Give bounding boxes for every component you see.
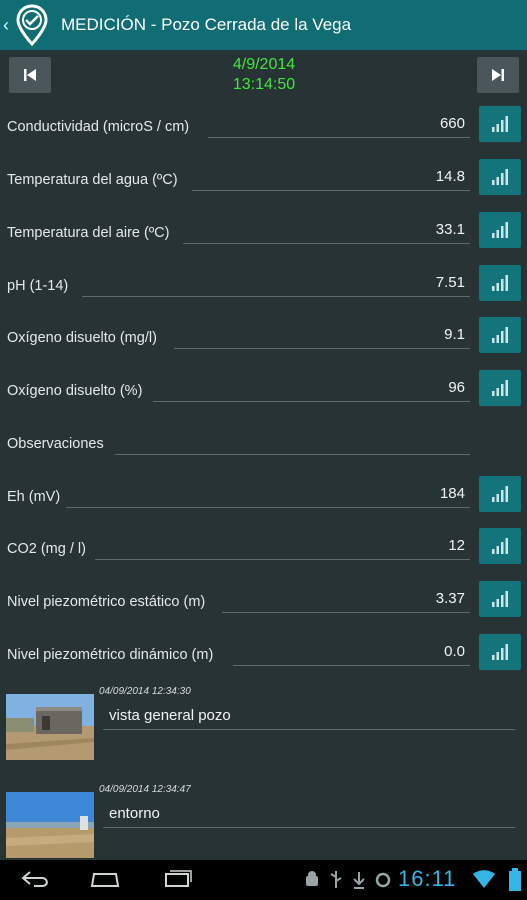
- usb-icon: [330, 871, 342, 888]
- chart-button[interactable]: [479, 370, 521, 406]
- chart-button[interactable]: [479, 528, 521, 564]
- bar-chart-icon: [492, 538, 508, 554]
- skip-previous-icon: [24, 69, 36, 81]
- bar-chart-icon: [492, 591, 508, 607]
- measurement-date: 4/9/2014: [232, 56, 296, 73]
- page-title: MEDICIÓN - Pozo Cerrada de la Vega: [61, 15, 352, 34]
- measurement-row-temperatura-agua: Temperatura del agua (ºC) 14.8: [0, 159, 527, 211]
- location-pin-check-icon[interactable]: [15, 4, 49, 46]
- measurement-value-field[interactable]: 9.1: [174, 321, 470, 349]
- measurement-label: Nivel piezométrico dinámico (m): [7, 647, 214, 663]
- previous-measurement-button[interactable]: [9, 57, 51, 93]
- measurement-time: 13:14:50: [232, 76, 296, 93]
- measurement-label: pH (1-14): [7, 278, 69, 294]
- measurement-value-field[interactable]: 0.0: [233, 638, 470, 666]
- measurement-value-field[interactable]: 184: [66, 480, 470, 508]
- observations-label: Observaciones: [7, 436, 104, 452]
- bar-chart-icon: [492, 380, 508, 396]
- measurement-row-nivel-estatico: Nivel piezométrico estático (m) 3.37: [0, 581, 527, 633]
- photo-image: [6, 694, 94, 760]
- measurement-row-oxigeno-mgl: Oxígeno disuelto (mg/l) 9.1: [0, 317, 527, 369]
- measurement-value-field[interactable]: 33.1: [183, 216, 470, 244]
- measurement-value-field[interactable]: 96: [153, 374, 470, 402]
- measurement-label: Temperatura del agua (ºC): [7, 172, 178, 188]
- photo-timestamp: 04/09/2014 12:34:47: [99, 784, 191, 795]
- photo-thumbnail[interactable]: [6, 694, 94, 760]
- measurement-row-temperatura-aire: Temperatura del aire (ºC) 33.1: [0, 212, 527, 264]
- measurement-label: Nivel piezométrico estático (m): [7, 594, 206, 610]
- measurement-row-conductividad: Conductividad (microS / cm) 660: [0, 106, 527, 158]
- system-clock: 16:11: [398, 866, 457, 891]
- measurement-value-field[interactable]: 14.8: [192, 163, 470, 191]
- measurement-row-oxigeno-pct: Oxígeno disuelto (%) 96: [0, 370, 527, 422]
- chevron-left-icon[interactable]: ‹: [3, 15, 13, 36]
- chart-button[interactable]: [479, 634, 521, 670]
- wifi-icon: [473, 870, 495, 888]
- bar-chart-icon: [492, 486, 508, 502]
- measurement-value-field[interactable]: 3.37: [222, 585, 470, 613]
- battery-icon: [509, 868, 521, 891]
- bar-chart-icon: [492, 327, 508, 343]
- measurement-value-field[interactable]: 7.51: [82, 269, 470, 297]
- photo-caption-field[interactable]: vista general pozo: [103, 702, 515, 730]
- chart-button[interactable]: [479, 317, 521, 353]
- action-bar: ‹ MEDICIÓN - Pozo Cerrada de la Vega: [0, 0, 527, 50]
- observations-row: Observaciones: [0, 423, 527, 475]
- android-debug-icon: [306, 871, 318, 886]
- measurement-row-ph: pH (1-14) 7.51: [0, 265, 527, 317]
- chart-button[interactable]: [479, 265, 521, 301]
- measurement-datetime: 4/9/2014 13:14:50: [180, 55, 348, 95]
- system-navigation-bar: 16:11: [0, 860, 527, 900]
- measurement-label: Eh (mV): [7, 489, 61, 505]
- measurement-label: CO2 (mg / l): [7, 541, 86, 557]
- app-root: ‹ MEDICIÓN - Pozo Cerrada de la Vega 4/9…: [0, 0, 527, 900]
- photo-item: 04/09/2014 12:34:47 entorno: [0, 782, 527, 872]
- bar-chart-icon: [492, 275, 508, 291]
- bar-chart-icon: [492, 169, 508, 185]
- recent-apps-icon[interactable]: [160, 868, 194, 890]
- photo-timestamp: 04/09/2014 12:34:30: [99, 686, 191, 697]
- photo-image: [6, 792, 94, 858]
- chart-button[interactable]: [479, 159, 521, 195]
- bar-chart-icon: [492, 222, 508, 238]
- measurement-row-nivel-dinamico: Nivel piezométrico dinámico (m) 0.0: [0, 634, 527, 686]
- measurement-row-eh: Eh (mV) 184: [0, 476, 527, 528]
- measurement-label: Conductividad (microS / cm): [7, 119, 190, 135]
- chart-button[interactable]: [479, 106, 521, 142]
- measurement-row-co2: CO2 (mg / l) 12: [0, 528, 527, 580]
- chart-button[interactable]: [479, 212, 521, 248]
- photo-thumbnail[interactable]: [6, 792, 94, 858]
- measurement-value-field[interactable]: 660: [208, 110, 470, 138]
- measurement-label: Temperatura del aire (ºC): [7, 225, 170, 241]
- measurement-value-field[interactable]: 12: [95, 532, 470, 560]
- bar-chart-icon: [492, 644, 508, 660]
- home-icon[interactable]: [88, 868, 122, 890]
- sync-icon: [375, 872, 391, 888]
- chart-button[interactable]: [479, 476, 521, 512]
- next-measurement-button[interactable]: [477, 57, 519, 93]
- back-icon[interactable]: [20, 868, 52, 890]
- download-icon: [353, 872, 365, 889]
- photo-item: 04/09/2014 12:34:30 vista general pozo: [0, 684, 527, 774]
- measurement-label: Oxígeno disuelto (mg/l): [7, 330, 157, 346]
- measurement-label: Oxígeno disuelto (%): [7, 383, 143, 399]
- photo-caption-field[interactable]: entorno: [103, 800, 515, 828]
- bar-chart-icon: [492, 116, 508, 132]
- observations-field[interactable]: [115, 427, 470, 455]
- skip-next-icon: [492, 69, 504, 81]
- chart-button[interactable]: [479, 581, 521, 617]
